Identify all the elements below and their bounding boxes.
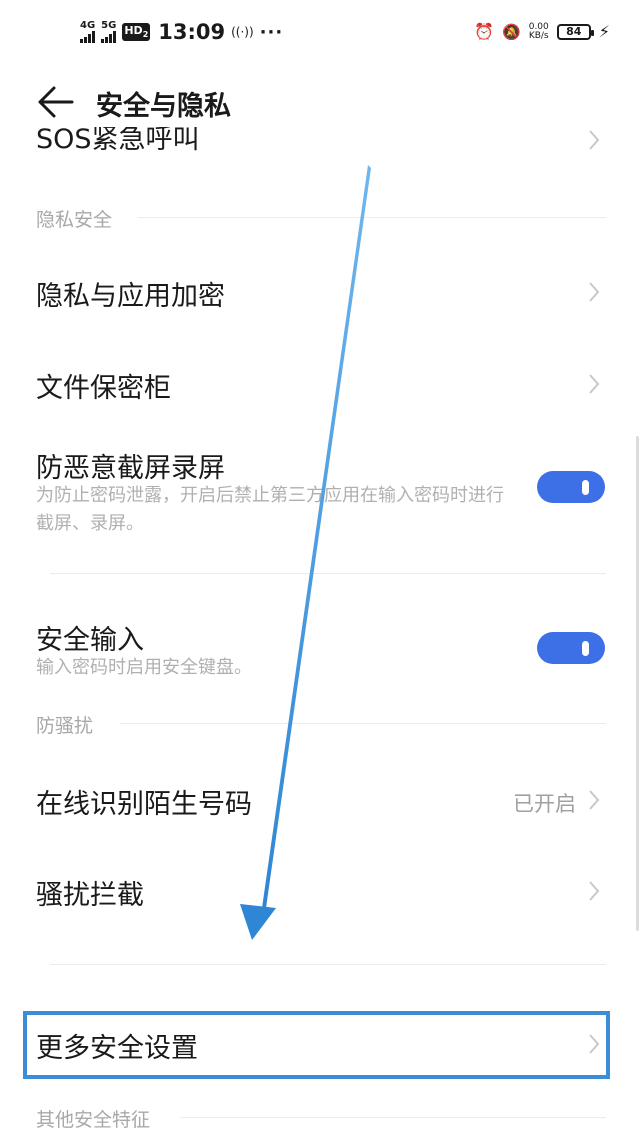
section-header-other: 其他安全特征 xyxy=(36,1109,151,1131)
signal-5g: 5G xyxy=(101,21,116,43)
page-title: 安全与隐私 xyxy=(96,91,231,122)
list-divider xyxy=(50,964,606,965)
signal-4g: 4G xyxy=(80,21,95,43)
list-item-label: 防恶意截屏录屏 xyxy=(36,453,225,484)
section-divider xyxy=(138,217,606,218)
section-header-privacy: 隐私安全 xyxy=(36,209,113,231)
list-item-description: 为防止密码泄露，开启后禁止第三方应用在输入密码时进行截屏、录屏。 xyxy=(36,485,504,534)
list-item-value: 已开启 xyxy=(513,792,576,816)
list-item-label: 在线识别陌生号码 xyxy=(36,789,252,820)
app-header: 安全与隐私 xyxy=(0,70,640,134)
hotspot-icon: ((·)) xyxy=(231,25,254,39)
signal-bars-icon xyxy=(101,31,117,43)
battery-level: 84 xyxy=(566,25,582,38)
list-item-privacy-app-encrypt[interactable]: 隐私与应用加密 xyxy=(36,260,606,324)
list-item-secure-input: 安全输入 xyxy=(36,616,606,656)
list-item-label: 更多安全设置 xyxy=(36,1033,198,1064)
clock: 13:09 xyxy=(158,20,226,44)
hd-voice-icon: HD2 xyxy=(122,23,151,41)
battery-icon: 84 xyxy=(556,23,594,40)
chevron-right-icon xyxy=(589,282,600,302)
section-divider xyxy=(180,1117,606,1118)
toggle-knob xyxy=(582,641,589,656)
list-item-label: SOS紧急呼叫 xyxy=(36,127,200,155)
chevron-right-icon xyxy=(589,130,600,150)
hd-sub-label: 2 xyxy=(142,30,149,40)
list-item-online-identify[interactable]: 在线识别陌生号码 已开启 xyxy=(36,768,606,832)
list-item-label: 文件保密柜 xyxy=(36,373,171,404)
list-item-description: 输入密码时启用安全键盘。 xyxy=(36,657,252,678)
more-notifications-icon: ··· xyxy=(259,21,284,43)
secure-input-toggle[interactable] xyxy=(537,632,605,664)
list-item-label: 安全输入 xyxy=(36,625,144,656)
section-header-harassment: 防骚扰 xyxy=(36,715,94,737)
scrollbar[interactable] xyxy=(636,436,639,931)
back-arrow-icon xyxy=(38,86,74,118)
net-speed-unit: KB/s xyxy=(528,30,549,41)
chevron-right-icon xyxy=(589,374,600,394)
list-divider xyxy=(50,573,606,574)
chevron-right-icon xyxy=(589,790,600,810)
network-label: 4G xyxy=(80,20,96,31)
list-item-sos[interactable]: SOS紧急呼叫 xyxy=(36,127,606,157)
charging-icon: ⚡ xyxy=(598,22,610,41)
list-item-more-security[interactable]: 更多安全设置 xyxy=(36,1012,606,1076)
alarm-icon: ⏰ xyxy=(474,22,495,41)
list-item-anti-screenshot: 防恶意截屏录屏 xyxy=(36,444,606,484)
status-bar: 4G 5G HD2 13:09 ((·)) ··· ⏰ 🔕 0.00 KB/s … xyxy=(0,0,640,70)
chevron-right-icon xyxy=(589,1034,600,1054)
back-button[interactable] xyxy=(36,84,76,120)
list-item-label: 隐私与应用加密 xyxy=(36,281,225,312)
list-item-file-vault[interactable]: 文件保密柜 xyxy=(36,352,606,416)
anti-screenshot-toggle[interactable] xyxy=(537,471,605,503)
status-right: ⏰ 🔕 0.00 KB/s 84 ⚡ xyxy=(474,22,610,41)
mute-icon: 🔕 xyxy=(502,22,521,41)
section-divider xyxy=(120,723,606,724)
status-left: 4G 5G HD2 13:09 ((·)) ··· xyxy=(80,20,283,44)
hd-label: HD xyxy=(124,24,143,38)
net-speed: 0.00 KB/s xyxy=(528,22,549,41)
chevron-right-icon xyxy=(589,881,600,901)
list-item-harass-block[interactable]: 骚扰拦截 xyxy=(36,859,606,923)
toggle-knob xyxy=(582,480,589,495)
network-label: 5G xyxy=(101,20,117,31)
list-item-label: 骚扰拦截 xyxy=(36,880,144,911)
signal-bars-icon xyxy=(80,31,95,43)
